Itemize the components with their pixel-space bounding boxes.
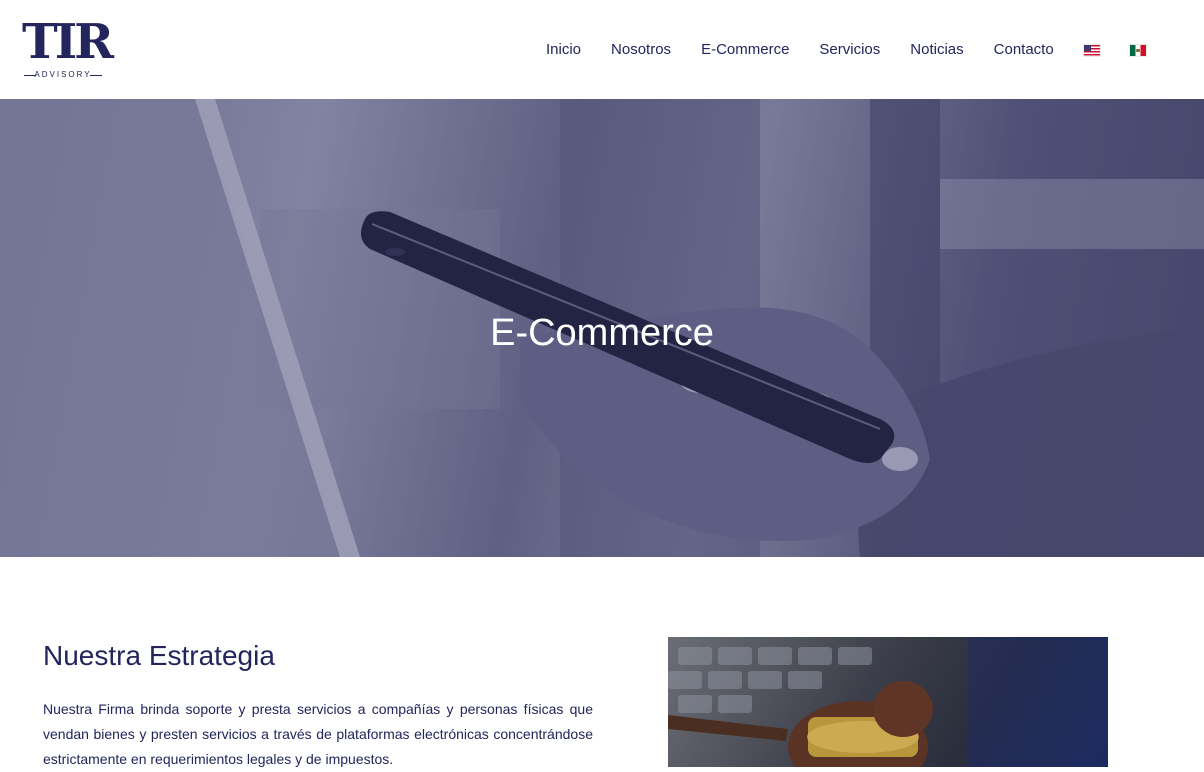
gavel-keyboard-image — [668, 637, 1108, 767]
nav-item-servicios[interactable]: Servicios — [819, 40, 880, 60]
hero-title: E-Commerce — [490, 312, 714, 354]
site-logo[interactable]: TIR ADVISORY — [22, 18, 114, 80]
main-nav: Inicio Nosotros E-Commerce Servicios Not… — [546, 40, 1176, 60]
nav-item-contacto[interactable]: Contacto — [994, 40, 1054, 60]
section-paragraph: Nuestra Firma brinda soporte y presta se… — [43, 701, 593, 767]
mexico-flag-icon[interactable] — [1129, 44, 1146, 56]
site-header: TIR ADVISORY Inicio Nosotros E-Commerce … — [0, 0, 1204, 99]
section-title: Nuestra Estrategia — [43, 640, 275, 671]
logo-mark: TIR — [22, 14, 114, 70]
us-flag-icon[interactable] — [1083, 44, 1100, 56]
nav-item-e-commerce[interactable]: E-Commerce — [701, 40, 789, 60]
nav-item-inicio[interactable]: Inicio — [546, 40, 581, 60]
gavel-illustration — [668, 637, 1108, 767]
nav-item-nosotros[interactable]: Nosotros — [611, 40, 671, 60]
hero-banner: E-Commerce — [0, 99, 1204, 557]
logo-subtitle: ADVISORY — [22, 70, 104, 80]
nav-item-noticias[interactable]: Noticias — [910, 40, 963, 60]
